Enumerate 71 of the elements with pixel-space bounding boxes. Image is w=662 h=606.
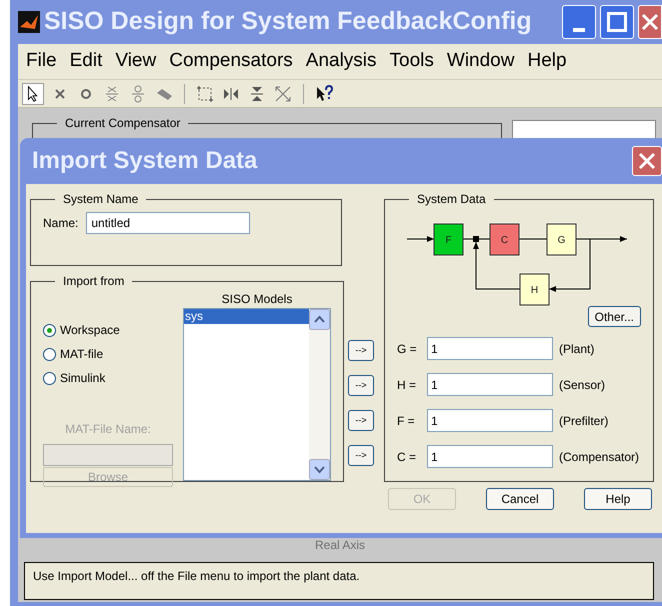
list-title: SISO Models <box>220 291 294 308</box>
list-item[interactable]: sys <box>184 309 309 324</box>
radio-label: Workspace <box>60 322 120 339</box>
menu-item[interactable]: Tools <box>390 47 434 76</box>
app-logo-icon <box>18 11 40 33</box>
signal-line <box>518 238 548 240</box>
menu-item[interactable]: Compensators <box>169 47 293 76</box>
field-note: (Plant) <box>559 340 594 358</box>
menu-item[interactable]: File <box>26 47 57 76</box>
radio-option[interactable]: Workspace <box>43 318 173 342</box>
group-title: Import from <box>62 273 126 290</box>
other-button[interactable]: Other... <box>588 306 641 327</box>
menu-item[interactable]: Analysis <box>306 47 377 76</box>
diagram-block: H <box>520 274 550 306</box>
diagram-block: C <box>490 224 520 256</box>
close-icon <box>641 13 659 31</box>
radio-label: Simulink <box>60 370 106 387</box>
group-title: System Data <box>416 191 487 208</box>
status-bar: Use Import Model... off the File menu to import the plant data. <box>24 562 654 600</box>
pointer-tool-icon[interactable] <box>22 82 44 104</box>
field-label: MAT-File Name: <box>64 421 152 438</box>
group-title: System Name <box>62 191 140 208</box>
group-title: Current Compensator <box>64 115 182 132</box>
name-field[interactable]: untitled <box>86 212 250 234</box>
radio-option[interactable]: MAT-file <box>43 342 173 366</box>
input-field[interactable]: 1 <box>427 373 553 396</box>
transfer-button[interactable]: --> <box>348 410 374 431</box>
close-button[interactable] <box>638 5 662 39</box>
maximize-button[interactable] <box>600 5 634 39</box>
axis-label: Real Axis <box>314 537 366 554</box>
fit-view-tool-icon[interactable] <box>273 84 293 104</box>
diagram-block: F <box>434 224 464 256</box>
field-note: (Prefilter) <box>559 412 608 430</box>
input-field[interactable]: 1 <box>427 445 553 468</box>
close-button[interactable] <box>632 146 662 176</box>
field-label: C = <box>397 448 418 466</box>
radio-option[interactable]: Simulink <box>43 366 173 390</box>
dialog-button[interactable]: Cancel <box>486 488 554 510</box>
menu-item[interactable]: Edit <box>70 47 102 76</box>
minimize-button[interactable] <box>562 5 596 39</box>
signal-arrow <box>576 236 628 242</box>
field-note: (Compensator) <box>559 448 640 466</box>
signal-arrow <box>406 236 434 242</box>
field-note: (Sensor) <box>559 376 606 394</box>
transfer-button[interactable]: --> <box>348 340 374 361</box>
mat-file-field[interactable] <box>43 444 173 466</box>
models-list[interactable]: sys <box>183 308 331 481</box>
transfer-button[interactable]: --> <box>348 445 374 466</box>
field-label: Name: <box>43 215 78 232</box>
signal-line <box>462 238 490 240</box>
dialog-title: Import System Data <box>32 146 258 176</box>
zoom-box-tool-icon[interactable] <box>195 84 215 104</box>
input-field[interactable]: 1 <box>427 337 553 360</box>
summing-junction <box>473 236 479 242</box>
field-label: H = <box>397 376 418 394</box>
help-pointer-icon[interactable] <box>314 84 334 104</box>
diagram-block: G <box>546 224 576 256</box>
field-label: G = <box>397 340 418 358</box>
input-field[interactable]: 1 <box>427 409 553 432</box>
field-label: F = <box>397 412 416 430</box>
radio-label: MAT-file <box>60 346 104 363</box>
scroll-up-icon[interactable] <box>309 309 330 330</box>
menu-item[interactable]: Window <box>446 47 514 76</box>
window-title: SISO Design for System FeedbackConfig <box>44 6 532 38</box>
transfer-button[interactable]: --> <box>348 375 374 396</box>
dialog-button[interactable]: Help <box>584 488 652 510</box>
close-icon <box>637 151 657 171</box>
menu-item[interactable]: View <box>115 47 156 76</box>
feedback-arrow <box>473 242 520 290</box>
scroll-down-icon[interactable] <box>309 459 330 480</box>
menu-item[interactable]: Help <box>527 47 567 76</box>
